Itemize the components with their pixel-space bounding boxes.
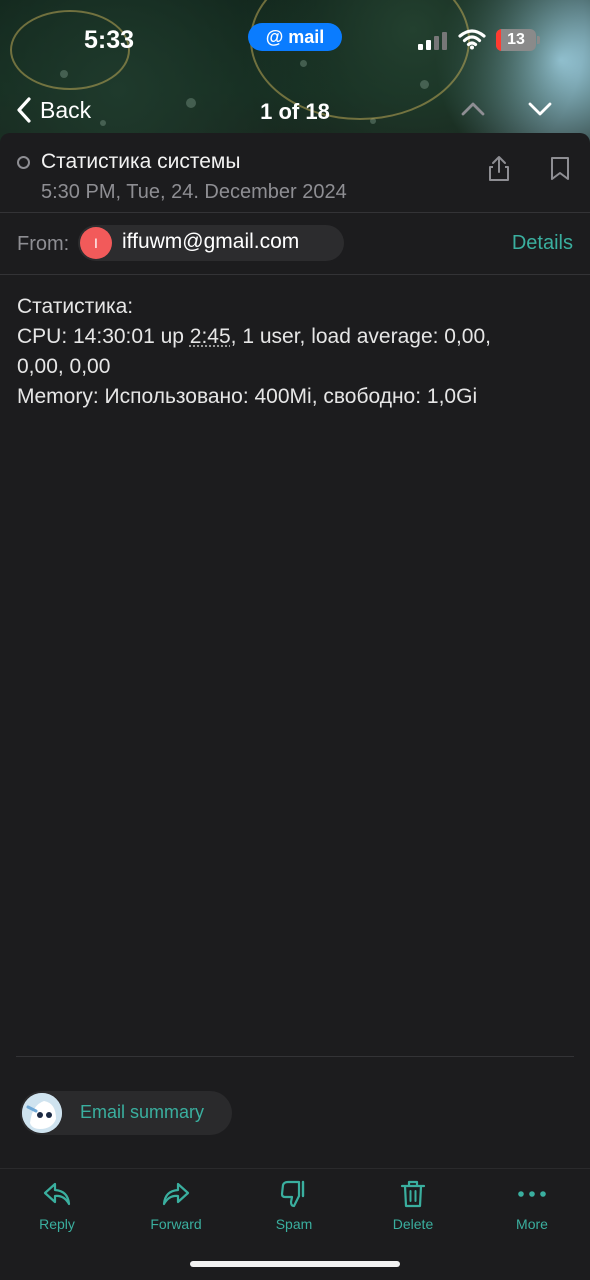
forward-label: Forward [150,1216,202,1232]
status-time: 5:33 [84,26,135,54]
divider [0,274,590,275]
battery-icon: 13 [496,29,536,51]
forward-icon [162,1182,190,1206]
from-label: From: [17,233,70,255]
chevron-up-icon[interactable] [460,100,486,118]
forward-button[interactable]: Forward [126,1177,226,1232]
body-line: Статистика: [17,295,134,318]
reply-label: Reply [39,1216,75,1232]
body-line: CPU: 14:30:01 up 2:45, 1 user, load aver… [17,322,577,352]
thumbs-down-icon [280,1180,305,1208]
spam-label: Spam [275,1216,313,1232]
trash-icon [400,1180,426,1208]
app-pill[interactable]: @ mail [248,23,342,51]
status-bar: 5:33 @ mail 13 [0,0,590,80]
divider [0,212,590,213]
more-button[interactable]: More [482,1177,582,1232]
body-line: Memory: Использовано: 400Mi, свободно: 1… [17,385,478,408]
body-text: , 1 user, load average: 0,00, [230,325,492,348]
delete-label: Delete [392,1216,434,1232]
message-subject: Статистика системы [41,150,241,173]
subject-row: Статистика системы 5:30 PM, Tue, 24. Dec… [0,133,590,213]
avatar: I [80,227,112,259]
details-link[interactable]: Details [512,232,573,255]
email-summary-button[interactable]: Email summary [20,1091,232,1135]
sender-email: iffuwm@gmail.com [122,230,300,253]
message-date: 5:30 PM, Tue, 24. December 2024 [41,181,347,203]
body-text: CPU: 14:30:01 up [17,325,190,348]
body-line: 0,00, 0,00 [17,355,111,378]
reply-button[interactable]: Reply [7,1177,107,1232]
unread-indicator[interactable] [17,156,30,169]
wifi-icon [458,29,486,50]
message-body: Статистика: CPU: 14:30:01 up 2:45, 1 use… [17,292,577,412]
cellular-signal-icon [418,32,448,50]
bookmark-icon[interactable] [549,155,571,183]
message-counter: 1 of 18 [260,99,330,124]
at-icon: @ [265,26,284,47]
detected-time-link[interactable]: 2:45 [190,325,231,348]
bottom-toolbar: Reply Forward Spam Delete More [0,1168,590,1238]
reply-icon [43,1182,71,1206]
assistant-avatar [22,1093,62,1133]
email-summary-label: Email summary [80,1102,205,1122]
app-pill-label: mail [288,26,325,47]
chevron-down-icon[interactable] [527,100,553,118]
divider [16,1056,574,1057]
sender-chip[interactable]: I iffuwm@gmail.com [78,225,344,261]
nav-bar: Back 1 of 18 [0,88,590,134]
battery-level: 13 [507,31,525,48]
home-indicator[interactable] [190,1261,400,1267]
share-icon[interactable] [487,155,511,183]
delete-button[interactable]: Delete [363,1177,463,1232]
spam-button[interactable]: Spam [244,1177,344,1232]
from-row: From: I iffuwm@gmail.com Details [0,222,590,264]
more-dots-icon [518,1191,546,1197]
more-label: More [516,1216,548,1232]
